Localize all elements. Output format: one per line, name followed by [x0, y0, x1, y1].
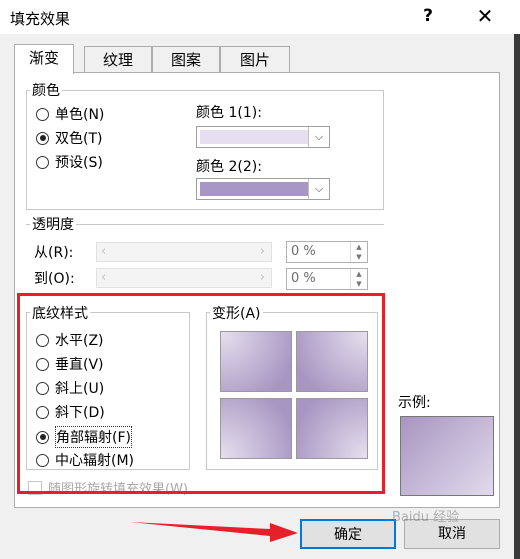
- radio-label: 双色(T): [55, 131, 103, 147]
- radio-indicator: [36, 333, 49, 347]
- chevron-down-icon: ⌵: [308, 127, 329, 147]
- radio-diagonal-down[interactable]: 斜下(D): [36, 402, 105, 422]
- radio-label: 预设(S): [55, 155, 103, 171]
- radio-two-colors[interactable]: 双色(T): [36, 128, 102, 148]
- chevron-right-icon: ›: [259, 270, 265, 285]
- radio-indicator: [36, 155, 49, 169]
- variant-top-right[interactable]: [296, 331, 368, 392]
- background-window-edge: [514, 34, 520, 559]
- spinner-buttons[interactable]: ▲ ▼: [350, 269, 367, 289]
- chevron-right-icon: ›: [259, 244, 265, 259]
- transparency-from-slider[interactable]: ‹ ›: [96, 242, 272, 262]
- transparency-to-spinner[interactable]: 0 % ▲ ▼: [286, 268, 368, 290]
- chevron-left-icon: ‹: [101, 244, 107, 259]
- rotate-with-shape-checkbox[interactable]: 随图形旋转填充效果(W): [28, 478, 188, 497]
- radio-label: 垂直(V): [55, 357, 104, 373]
- variant-bottom-right[interactable]: [296, 398, 368, 459]
- radio-label: 角部辐射(F): [55, 426, 132, 448]
- colors-group-label: 颜色: [30, 80, 62, 100]
- spinner-buttons[interactable]: ▲ ▼: [350, 242, 367, 262]
- arrow-up-icon[interactable]: ▲: [351, 242, 367, 252]
- radio-indicator: [36, 405, 49, 419]
- variant-top-left[interactable]: [220, 331, 292, 392]
- spinner-value: 0 %: [291, 271, 316, 286]
- tab-texture[interactable]: 纹理: [84, 46, 152, 72]
- variants-label: 变形(A): [210, 303, 263, 323]
- close-button[interactable]: ✕: [470, 4, 500, 28]
- radio-one-color[interactable]: 单色(N): [36, 104, 104, 124]
- transparency-from-label: 从(R):: [34, 245, 74, 261]
- arrow-down-icon[interactable]: ▼: [351, 252, 367, 262]
- radio-from-corner[interactable]: 角部辐射(F): [36, 426, 132, 448]
- transparency-from-spinner[interactable]: 0 % ▲ ▼: [286, 241, 368, 263]
- transparency-to-label: 到(O):: [34, 271, 75, 287]
- ok-button[interactable]: 确定: [300, 519, 396, 549]
- radio-from-center[interactable]: 中心辐射(M): [36, 450, 134, 470]
- tab-gradient[interactable]: 渐变: [14, 44, 74, 74]
- radio-indicator: [36, 357, 49, 371]
- red-arrow-icon: [130, 522, 298, 542]
- radio-label: 水平(Z): [55, 333, 104, 349]
- transparency-group-label: 透明度: [30, 214, 76, 234]
- color1-dropdown[interactable]: ⌵: [196, 126, 330, 148]
- watermark: Baidu 经验: [392, 510, 460, 525]
- checkbox-box: [28, 480, 42, 495]
- radio-diagonal-up[interactable]: 斜上(U): [36, 378, 104, 398]
- radio-vertical[interactable]: 垂直(V): [36, 354, 104, 374]
- radio-indicator: [36, 381, 49, 395]
- help-button[interactable]: ?: [418, 6, 438, 26]
- radio-label: 斜下(D): [55, 405, 105, 421]
- radio-indicator: [36, 131, 49, 145]
- radio-indicator: [36, 453, 49, 467]
- dialog-title: 填充效果: [10, 10, 71, 28]
- radio-indicator: [36, 107, 49, 121]
- variant-bottom-left[interactable]: [220, 398, 292, 459]
- radio-preset[interactable]: 预设(S): [36, 152, 103, 172]
- chevron-left-icon: ‹: [101, 270, 107, 285]
- title-bar: 填充效果 ? ✕: [0, 0, 520, 34]
- spinner-value: 0 %: [291, 244, 316, 259]
- color2-dropdown[interactable]: ⌵: [196, 178, 330, 200]
- color1-label: 颜色 1(1):: [196, 105, 262, 121]
- radio-label: 单色(N): [55, 107, 105, 123]
- fill-effects-dialog: 填充效果 ? ✕ 渐变 纹理 图案 图片 颜色 单色(N) 双色(T) 预设(S…: [0, 0, 520, 559]
- shading-styles-label: 底纹样式: [30, 303, 90, 323]
- tab-pattern[interactable]: 图案: [152, 46, 220, 72]
- sample-label: 示例:: [398, 395, 431, 411]
- color2-swatch: [200, 182, 308, 196]
- radio-label: 中心辐射(M): [55, 453, 135, 469]
- color2-label: 颜色 2(2):: [196, 159, 262, 175]
- radio-indicator: [36, 430, 49, 444]
- radio-label: 斜上(U): [55, 381, 105, 397]
- arrow-up-icon[interactable]: ▲: [351, 269, 367, 279]
- sample-preview: [400, 416, 494, 496]
- transparency-to-slider[interactable]: ‹ ›: [96, 268, 272, 288]
- tab-picture[interactable]: 图片: [220, 46, 290, 72]
- checkbox-label: 随图形旋转填充效果(W): [48, 482, 188, 497]
- chevron-down-icon: ⌵: [308, 179, 329, 199]
- radio-horizontal[interactable]: 水平(Z): [36, 330, 104, 350]
- arrow-down-icon[interactable]: ▼: [351, 279, 367, 289]
- color1-swatch: [200, 130, 308, 144]
